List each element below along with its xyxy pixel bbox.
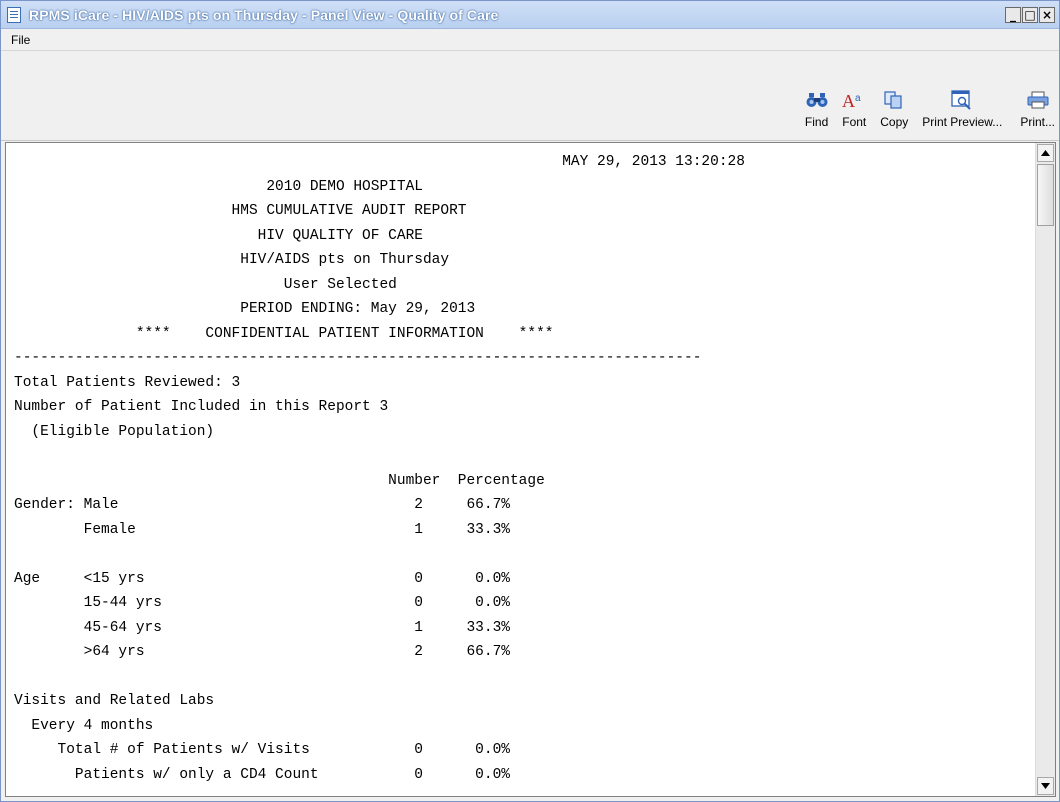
report-line: Gender: Male 2 66.7% (14, 497, 510, 513)
report-line: Every 4 months (14, 717, 154, 734)
scroll-thumb[interactable] (1037, 164, 1054, 226)
report-line: Number of Patient Included in this Repor… (14, 399, 389, 415)
print-label: Print... (1020, 115, 1055, 129)
report-line: >64 yrs 2 66.7% (14, 644, 510, 660)
arrow-up-icon (1041, 150, 1050, 156)
window-title: RPMS iCare - HIV/AIDS pts on Thursday - … (29, 6, 499, 23)
report-line: HMS CUMULATIVE AUDIT REPORT (14, 203, 467, 219)
report-line: PERIOD ENDING: May 29, 2013 (14, 301, 476, 317)
copy-button[interactable]: Copy (880, 89, 908, 129)
toolbar-actions: Find A a Font Copy Print Preview... Prin… (791, 89, 1055, 129)
report-line: 15-44 yrs 0 0.0% (14, 595, 510, 611)
font-label: Font (842, 115, 867, 129)
report-line: Age <15 yrs 0 0.0% (14, 570, 510, 587)
maximize-button[interactable]: □ (1022, 6, 1038, 23)
window-controls: _ □ × (1005, 6, 1055, 23)
scroll-down-button[interactable] (1037, 777, 1054, 795)
arrow-down-icon (1041, 783, 1050, 789)
font-button[interactable]: A a Font (842, 89, 866, 129)
report-line: 45-64 yrs 1 33.3% (14, 619, 510, 636)
report-line: Female 1 33.3% (14, 521, 510, 538)
title-bar[interactable]: RPMS iCare - HIV/AIDS pts on Thursday - … (1, 1, 1059, 29)
font-icon: A a (842, 89, 866, 111)
minimize-button[interactable]: _ (1005, 6, 1021, 23)
menu-file[interactable]: File (7, 33, 34, 47)
close-button[interactable]: × (1039, 6, 1055, 23)
print-preview-icon (951, 89, 973, 111)
report-line: 2010 DEMO HOSPITAL (14, 178, 423, 195)
menu-bar: File (1, 29, 1059, 51)
print-button[interactable]: Print... (1020, 89, 1055, 129)
binoculars-icon (806, 89, 828, 111)
copy-icon (884, 89, 904, 111)
print-preview-button[interactable]: Print Preview... (922, 89, 1002, 129)
svg-text:a: a (855, 93, 861, 104)
report-line: Patients w/ only a CD4 Count 0 0.0% (14, 766, 510, 783)
report-text-area[interactable]: MAY 29, 2013 13:20:28 2010 DEMO HOSPITAL… (6, 143, 1035, 796)
report-line: Number Percentage (14, 472, 545, 489)
report-content: MAY 29, 2013 13:20:28 2010 DEMO HOSPITAL… (14, 150, 1035, 787)
find-button[interactable]: Find (805, 89, 828, 129)
svg-text:A: A (842, 91, 855, 110)
app-window: RPMS iCare - HIV/AIDS pts on Thursday - … (0, 0, 1060, 802)
report-line: MAY 29, 2013 13:20:28 (14, 154, 745, 170)
report-line: (Eligible Population) (14, 423, 215, 440)
report-line: HIV QUALITY OF CARE (14, 227, 423, 244)
vertical-scrollbar[interactable] (1035, 143, 1055, 796)
report-line: Total # of Patients w/ Visits 0 0.0% (14, 742, 510, 758)
report-line: Total Patients Reviewed: 3 (14, 374, 241, 391)
report-line: User Selected (14, 276, 397, 293)
scroll-up-button[interactable] (1037, 144, 1054, 162)
report-line: HIV/AIDS pts on Thursday (14, 252, 450, 268)
report-viewer[interactable]: MAY 29, 2013 13:20:28 2010 DEMO HOSPITAL… (5, 142, 1056, 797)
report-line: **** CONFIDENTIAL PATIENT INFORMATION **… (14, 325, 554, 342)
toolbar: Find A a Font Copy Print Preview... Prin… (1, 51, 1059, 141)
find-label: Find (804, 115, 829, 129)
document-icon (7, 6, 21, 23)
report-line: Visits and Related Labs (14, 693, 215, 709)
copy-label: Copy (880, 115, 909, 129)
print-preview-label: Print Preview... (922, 115, 1003, 129)
report-line: ----------------------------------------… (14, 350, 702, 366)
printer-icon (1027, 89, 1049, 111)
